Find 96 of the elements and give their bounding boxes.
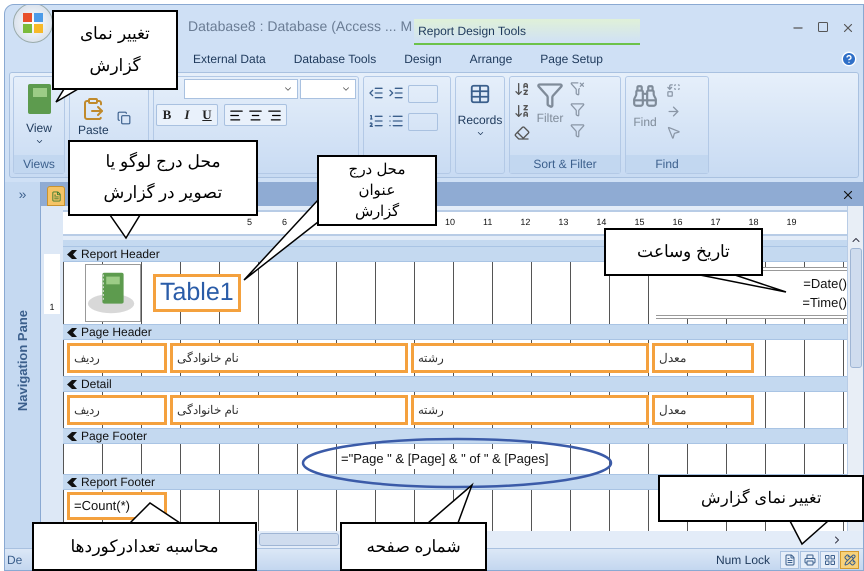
office-logo-icon	[22, 12, 44, 34]
align-right-icon[interactable]	[267, 108, 282, 122]
copy-icon[interactable]	[116, 111, 131, 125]
ruler-number: 11	[483, 216, 492, 230]
section-title: Report Header	[81, 248, 160, 260]
notebook-icon	[26, 83, 52, 115]
font-style-button[interactable]: B	[157, 105, 177, 125]
layout-view-icon	[824, 554, 836, 566]
ruler-number: 12	[520, 216, 530, 230]
callout: محل درج عنوان گزارش	[317, 155, 437, 226]
section-marker-icon	[67, 380, 77, 388]
section-marker-icon	[67, 432, 77, 440]
callout: تغییر نمای گزارش	[52, 10, 178, 90]
section-title: Detail	[81, 378, 112, 390]
report-icon	[50, 190, 62, 202]
maximize-icon[interactable]	[817, 21, 829, 33]
font-style-button[interactable]: U	[197, 105, 217, 125]
group-label: Sort & Filter	[510, 155, 620, 173]
replace-icon[interactable]	[666, 83, 681, 98]
dropdown-icon	[34, 137, 44, 146]
toggle-filter-icon[interactable]	[570, 123, 585, 138]
ruler-number: 18	[748, 216, 758, 230]
funnel-icon	[536, 81, 564, 109]
scrollbar-thumb[interactable]	[850, 248, 862, 368]
view-switch-button[interactable]	[820, 550, 839, 568]
report-label-field[interactable]: نام خانوادگی	[170, 395, 408, 425]
office-button[interactable]	[13, 5, 53, 43]
report-label-field[interactable]: معدل	[652, 395, 754, 425]
section-marker-icon	[67, 328, 77, 336]
ruler-number: 19	[786, 216, 797, 230]
ruler-number: 13	[558, 216, 568, 230]
close-icon[interactable]	[841, 21, 855, 35]
print-preview-icon	[804, 554, 816, 566]
ribbon-tab[interactable]: Arrange	[470, 50, 512, 68]
report-label-field[interactable]: ردیف	[67, 395, 167, 425]
section-marker-icon	[67, 478, 77, 486]
report-label-field[interactable]: معدل	[652, 343, 754, 373]
date-field[interactable]: =Date()	[803, 274, 848, 293]
ruler-number: 16	[672, 216, 682, 230]
vertical-ruler-number: 1	[49, 300, 54, 314]
navigation-pane[interactable]: » Navigation Pane	[5, 182, 41, 548]
scrollbar-thumb[interactable]	[259, 533, 339, 546]
font-style-button[interactable]: I	[177, 105, 197, 125]
section-title: Page Footer	[81, 430, 148, 442]
clear-sort-icon[interactable]	[514, 125, 530, 141]
clipboard-icon	[81, 97, 106, 121]
view-switch-button[interactable]	[840, 550, 859, 568]
report-label-field[interactable]: نام خانوادگی	[170, 343, 408, 373]
ribbon-tab[interactable]: Page Setup	[540, 50, 603, 68]
ribbon-tab[interactable]: External Data	[193, 50, 266, 68]
records-button[interactable]: Records	[458, 83, 502, 138]
report-view-icon	[784, 554, 796, 566]
ruler-number: 5	[247, 216, 252, 230]
ribbon-tab[interactable]: Database Tools	[294, 50, 376, 68]
align-left-icon[interactable]	[229, 108, 244, 122]
sort-descending-icon[interactable]	[514, 103, 530, 119]
navigation-pane-label: Navigation Pane	[14, 310, 31, 412]
report-label-field[interactable]: رشته	[411, 395, 649, 425]
ruler-number: 10	[445, 216, 456, 230]
dropdown-icon	[476, 129, 484, 138]
report-label-field[interactable]: رشته	[411, 343, 649, 373]
ruler-number: 6	[282, 216, 288, 230]
ruler-number: 15	[634, 216, 644, 230]
paste-button[interactable]: Paste	[78, 97, 109, 139]
ruler-number: 14	[596, 216, 606, 230]
ruler-number: 17	[710, 216, 720, 230]
view-switch-button[interactable]	[800, 550, 819, 568]
sort-ascending-icon[interactable]	[514, 81, 530, 97]
status-view-mode: De	[7, 552, 22, 568]
context-tab-title: Report Design Tools	[414, 19, 640, 45]
outdent-icon[interactable]	[368, 85, 384, 101]
table-icon	[469, 83, 491, 105]
filter-clear-icon[interactable]	[570, 81, 585, 96]
numbered-list-icon[interactable]	[368, 113, 384, 129]
expand-toggle[interactable]: »	[18, 184, 26, 205]
help-icon[interactable]	[841, 50, 857, 66]
report-tab[interactable]	[47, 186, 65, 206]
binoculars-icon	[632, 83, 658, 109]
time-field[interactable]: =Time()	[802, 293, 848, 312]
report-title-field[interactable]: Table1	[153, 274, 241, 312]
callout: محل درج لوگو یا تصویر در گزارش	[68, 140, 258, 216]
section-title: Report Footer	[81, 476, 156, 488]
ribbon-tab[interactable]: Design	[404, 50, 442, 68]
num-lock-indicator: Num Lock	[716, 552, 770, 568]
bullet-list-icon[interactable]	[388, 113, 404, 129]
align-center-icon[interactable]	[248, 108, 263, 122]
section-marker-icon	[67, 250, 77, 258]
window-title: Database8 : Database (Access ... M	[188, 17, 412, 36]
group-label: Find	[626, 155, 708, 173]
group-label: Views	[14, 155, 64, 173]
view-switch-button[interactable]	[780, 550, 799, 568]
section-title: Page Header	[81, 326, 152, 338]
close-report-icon[interactable]	[841, 188, 855, 202]
design-view-icon	[844, 554, 856, 566]
report-label-field[interactable]: ردیف	[67, 343, 167, 373]
indent-icon[interactable]	[388, 85, 404, 101]
